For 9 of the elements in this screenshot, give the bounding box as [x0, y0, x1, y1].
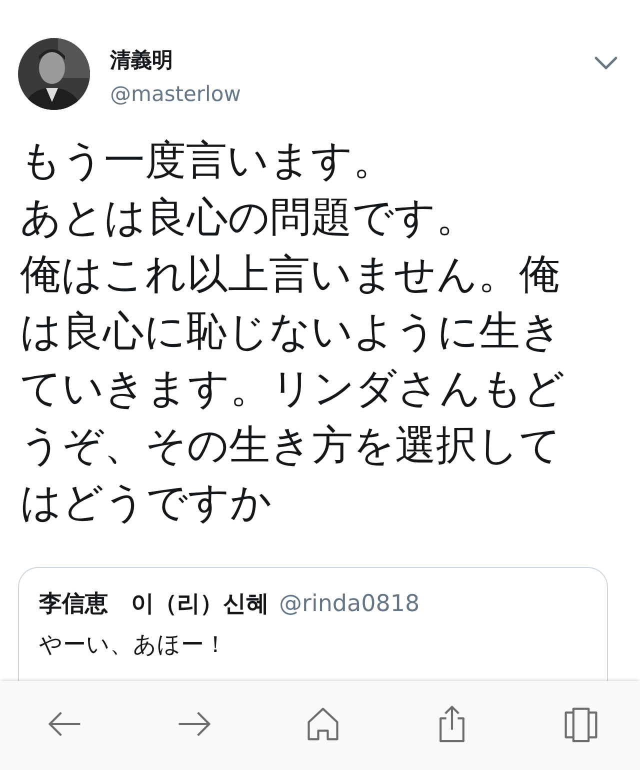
quoted-author-name: 李信恵 이（리）신혜: [39, 590, 269, 619]
tweet-text: 俺はこれ以上言いません。俺は良心に恥じないように生きていきます。リンダさんもどうぞ、その生き方を選択してはどうですか: [20, 249, 566, 528]
quoted-author-handle: @rinda0818: [279, 591, 420, 617]
chevron-down-icon[interactable]: [594, 56, 618, 70]
quoted-tweet-text: やーい、あほー！: [39, 631, 228, 660]
tweet-text: もう一度言います。: [20, 135, 395, 186]
author-handle: @masterlow: [110, 82, 242, 106]
author-name: 清義明: [110, 47, 174, 74]
tweet-text: あとは良心の問題です。: [20, 192, 478, 243]
